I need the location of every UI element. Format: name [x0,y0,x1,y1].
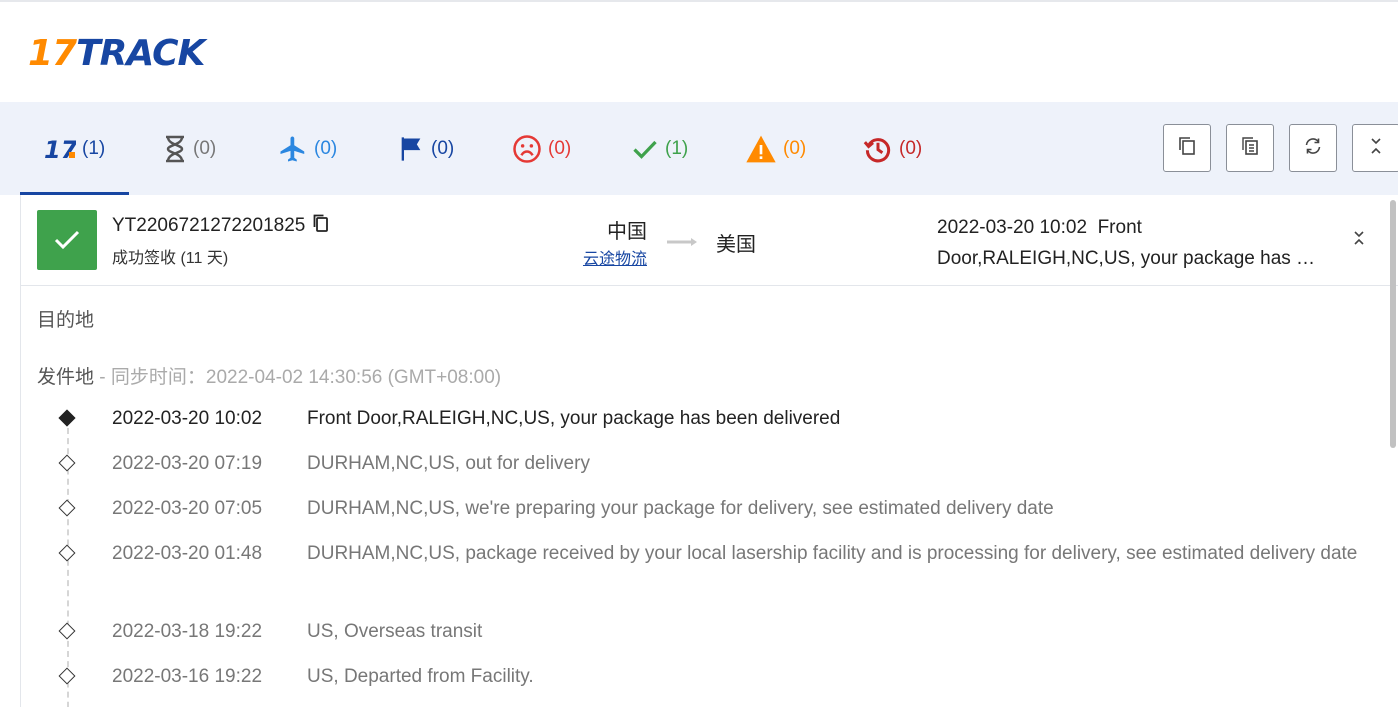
copy-icon [1178,136,1196,161]
collapse-all-button[interactable] [1352,124,1398,172]
event-description: DURHAM,NC,US, package received by your l… [307,543,1358,564]
destination-section-label: 目的地 [37,310,95,331]
tab-in-transit[interactable]: (0) [278,102,337,195]
17track-icon: 17 [44,136,76,162]
latest-event: 2022-03-20 10:02 Front Door,RALEIGH,NC,U… [937,212,1317,274]
timeline-marker-icon [58,667,76,685]
latest-event-line2: Door,RALEIGH,NC,US, your package has bee… [937,248,1317,269]
shipment-summary[interactable]: YT2206721272201825 成功签收 (11 天) 中国 云途物流 美… [21,195,1398,286]
checkmark-icon [631,135,659,163]
timeline-marker-icon [58,454,76,472]
copy-button[interactable] [1163,124,1211,172]
event-description: US, Overseas transit [307,621,483,642]
svg-text:17: 17 [44,136,76,162]
timeline-marker-icon [58,409,76,427]
event-time: 2022-03-20 10:02 [112,408,263,429]
refresh-icon [1303,136,1323,161]
expand-icon [1353,230,1365,251]
collapse-icon [1369,137,1383,160]
expand-toggle[interactable] [1347,228,1371,252]
airplane-icon [278,134,308,164]
timeline-marker-icon [58,544,76,562]
tab-count: (1) [82,137,106,159]
tab-pending[interactable]: (0) [163,102,216,195]
hourglass-icon [163,135,187,163]
destination-country: 美国 [716,234,756,256]
tab-count: (0) [431,137,455,159]
event-description: DURHAM,NC,US, we're preparing your packa… [307,498,1054,519]
origin-country: 中国 [607,221,647,243]
tab-count: (0) [314,137,338,159]
delivery-status: 成功签收 (11 天) [112,250,229,267]
copy-list-button[interactable] [1226,124,1274,172]
warning-icon [745,134,777,164]
17track-logo[interactable]: 17 TRACK [28,33,205,74]
tab-delivered[interactable]: (1) [631,102,688,195]
sync-time: - 同步时间：2022-04-02 14:30:56 (GMT+08:00) [94,367,502,388]
tab-count: (0) [783,137,807,159]
tracking-number-text: YT2206721272201825 [112,215,306,236]
tab-count: (0) [193,137,217,159]
flag-icon [397,135,425,163]
refresh-button[interactable] [1289,124,1337,172]
event-description: Front Door,RALEIGH,NC,US, your package h… [307,408,841,429]
tracking-number: YT2206721272201825 [112,213,329,239]
latest-event-line1: 2022-03-20 10:02 Front [937,217,1142,238]
logo-track: TRACK [76,33,205,74]
event-description: US, Departed from Facility. [307,666,534,687]
tab-pickup[interactable]: (0) [397,102,454,195]
carrier-link[interactable]: 云途物流 [561,245,647,269]
event-time: 2022-03-20 01:48 [112,543,263,564]
origin-section-header: 发件地 - 同步时间：2022-04-02 14:30:56 (GMT+08:0… [37,362,501,389]
tab-count: (0) [548,137,572,159]
timeline-marker-icon [58,622,76,640]
event-time: 2022-03-18 19:22 [112,621,263,642]
tab-count: (1) [665,137,689,159]
history-icon [863,134,893,164]
copy-tracking-icon[interactable] [313,213,329,239]
tab-count: (0) [899,137,923,159]
event-time: 2022-03-20 07:05 [112,498,263,519]
route-arrow-icon [667,234,699,252]
event-time: 2022-03-20 07:19 [112,453,263,474]
tab-alert[interactable]: (0) [745,102,806,195]
page-header: 17 TRACK [0,0,1398,102]
sad-face-icon [512,134,542,164]
timeline-marker-icon [58,499,76,517]
status-filter-bar: 17 (1) (0) (0) (0) (0) (1) (0) (0) [0,102,1398,195]
tab-all[interactable]: 17 (1) [19,102,130,195]
origin-section-label: 发件地 [37,367,95,388]
shipment-card: YT2206721272201825 成功签收 (11 天) 中国 云途物流 美… [20,195,1398,707]
copy-list-icon [1241,136,1259,161]
tab-expired[interactable]: (0) [863,102,922,195]
tab-undelivered[interactable]: (0) [512,102,571,195]
delivered-status-icon [37,210,97,270]
vertical-scrollbar[interactable] [1390,200,1396,448]
logo-17: 17 [28,33,77,74]
event-time: 2022-03-16 19:22 [112,666,263,687]
event-description: DURHAM,NC,US, out for delivery [307,453,590,474]
